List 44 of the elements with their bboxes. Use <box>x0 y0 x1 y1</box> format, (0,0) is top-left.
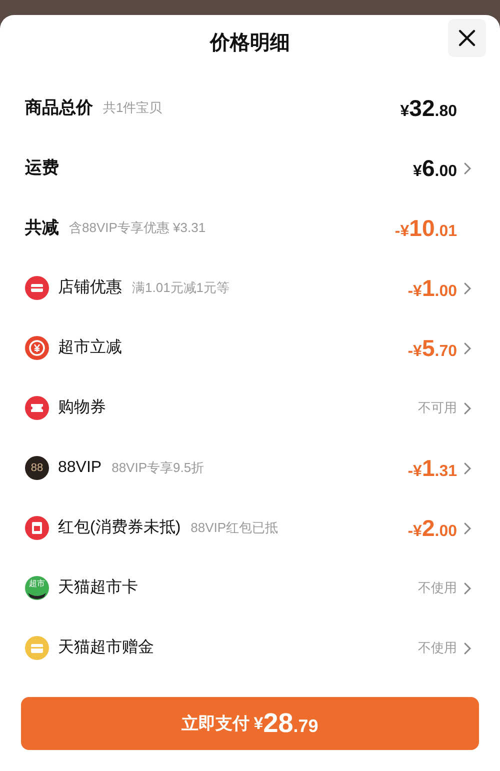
row-label: 共减 <box>25 217 59 240</box>
sheet-title: 价格明细 <box>210 31 290 56</box>
row-note: 88VIP红包已抵 <box>190 519 278 538</box>
chevron-right-icon[interactable] <box>463 522 472 534</box>
row-label: 天猫超市卡 <box>58 578 138 598</box>
chevron-right-icon[interactable] <box>463 402 472 414</box>
row-label: 购物券 <box>58 398 106 418</box>
row-amount: -¥1.00 <box>408 274 457 303</box>
row-amount: -¥10.01 <box>394 214 457 243</box>
row-note: 满1.01元减1元等 <box>132 279 230 298</box>
row-status: 不可用 <box>418 399 457 418</box>
row-amount: ¥32.80 <box>400 94 457 123</box>
row-note: 共1件宝贝 <box>103 99 162 118</box>
shop-icon <box>25 276 49 300</box>
close-button[interactable] <box>448 19 486 57</box>
chevron-right-icon[interactable] <box>463 342 472 354</box>
chevron-right-icon[interactable] <box>463 162 472 174</box>
yen-coin-icon <box>25 336 49 360</box>
row-status: 不使用 <box>418 639 457 658</box>
pay-button[interactable]: 立即支付 ¥28.79 <box>21 697 479 750</box>
close-icon <box>458 29 476 47</box>
chevron-right-icon[interactable] <box>463 582 472 594</box>
row-label: 红包(消费券未抵) <box>58 518 181 538</box>
row-label: 超市立减 <box>58 338 122 358</box>
row-label: 店铺优惠 <box>58 278 122 298</box>
row-label: 88VIP <box>58 458 102 478</box>
row-label: 天猫超市赠金 <box>58 638 154 658</box>
row-amount: -¥1.31 <box>408 454 457 483</box>
row-status: 不使用 <box>418 579 457 598</box>
chevron-right-icon[interactable] <box>463 642 472 654</box>
chevron-right-icon[interactable] <box>463 462 472 474</box>
row-amount: -¥5.70 <box>408 334 457 363</box>
row-note: 88VIP专享9.5折 <box>112 459 204 478</box>
badge-icon: 88 <box>25 456 49 480</box>
row-note: 含88VIP专享优惠 ¥3.31 <box>69 219 206 238</box>
row-label: 商品总价 <box>25 97 93 120</box>
chevron-right-icon[interactable] <box>463 282 472 294</box>
row-label: 运费 <box>25 157 59 180</box>
supermarket-badge-icon: 超市 <box>25 576 49 600</box>
row-amount: ¥6.00 <box>413 154 457 183</box>
ticket-icon <box>25 396 49 420</box>
row-amount: -¥2.00 <box>408 514 457 543</box>
envelope-icon <box>25 516 49 540</box>
gift-box-icon <box>25 636 49 660</box>
